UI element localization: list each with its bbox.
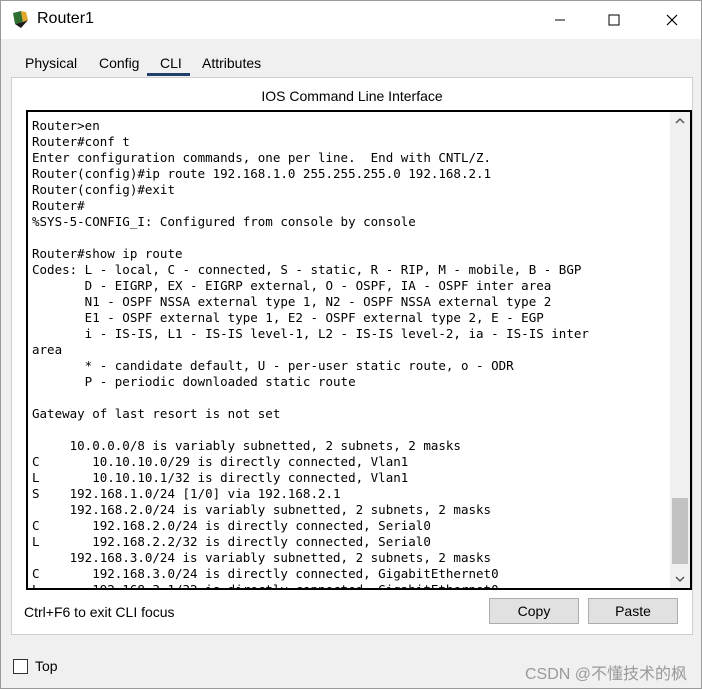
minimize-icon (555, 19, 565, 21)
scroll-up-button[interactable] (670, 112, 690, 130)
chevron-down-icon (675, 576, 685, 583)
maximize-button[interactable] (591, 1, 637, 39)
tab-config[interactable]: Config (99, 51, 139, 75)
terminal-line: 192.168.2.0/24 is variably subnetted, 2 … (32, 502, 492, 517)
terminal-line: * - candidate default, U - per-user stat… (32, 358, 514, 373)
terminal-line: 192.168.3.0/24 is variably subnetted, 2 … (32, 550, 492, 565)
tab-attributes[interactable]: Attributes (202, 51, 261, 75)
terminal-line: N1 - OSPF NSSA external type 1, N2 - OSP… (32, 294, 552, 309)
terminal-line: P - periodic downloaded static route (32, 374, 356, 389)
terminal-line: Gateway of last resort is not set (32, 406, 281, 421)
top-checkbox-label: Top (35, 658, 58, 674)
terminal-line: C 192.168.2.0/24 is directly connected, … (32, 518, 431, 533)
exit-focus-hint: Ctrl+F6 to exit CLI focus (24, 604, 175, 620)
cli-terminal[interactable]: Router>en Router#conf t Enter configuratio… (26, 110, 692, 590)
terminal-line: %SYS-5-CONFIG_I: Configured from console… (32, 214, 416, 229)
top-checkbox[interactable] (13, 659, 28, 674)
router-app-icon (13, 11, 28, 28)
title-bar: Router1 (1, 1, 701, 39)
terminal-line: L 10.10.10.1/32 is directly connected, V… (32, 470, 409, 485)
terminal-line: C 192.168.3.0/24 is directly connected, … (32, 566, 499, 581)
close-icon (666, 14, 678, 26)
window-title: Router1 (37, 10, 94, 27)
paste-button[interactable]: Paste (588, 598, 678, 624)
tab-cli[interactable]: CLI (160, 51, 182, 75)
scroll-thumb[interactable] (672, 498, 688, 564)
terminal-line: i - IS-IS, L1 - IS-IS level-1, L2 - IS-I… (32, 326, 589, 341)
close-button[interactable] (649, 1, 695, 39)
terminal-line: Router# (32, 198, 85, 213)
terminal-line: Router>en (32, 118, 100, 133)
terminal-line: S 192.168.1.0/24 [1/0] via 192.168.2.1 (32, 486, 341, 501)
terminal-output[interactable]: Router>en Router#conf t Enter configuratio… (32, 118, 662, 590)
terminal-line: Router#show ip route (32, 246, 183, 261)
terminal-scrollbar[interactable] (670, 112, 690, 588)
minimize-button[interactable] (537, 1, 583, 39)
terminal-line: 10.0.0.0/8 is variably subnetted, 2 subn… (32, 438, 461, 453)
terminal-line: Router#conf t (32, 134, 130, 149)
terminal-line: D - EIGRP, EX - EIGRP external, O - OSPF… (32, 278, 552, 293)
copy-button[interactable]: Copy (489, 598, 579, 624)
chevron-up-icon (675, 117, 685, 124)
terminal-line: L 192.168.2.2/32 is directly connected, … (32, 534, 431, 549)
panel-title: IOS Command Line Interface (261, 88, 443, 104)
terminal-line: C 10.10.10.0/29 is directly connected, V… (32, 454, 409, 469)
terminal-line: area (32, 342, 63, 357)
terminal-line: Router(config)#exit (32, 182, 175, 197)
terminal-line: L 192.168.3.1/32 is directly connected, … (32, 582, 499, 590)
tab-physical[interactable]: Physical (25, 51, 77, 75)
watermark: CSDN @不懂技术的枫 (524, 666, 687, 683)
scroll-down-button[interactable] (670, 570, 690, 588)
terminal-line: Enter configuration commands, one per li… (32, 150, 492, 165)
terminal-line: E1 - OSPF external type 1, E2 - OSPF ext… (32, 310, 544, 325)
active-tab-indicator (147, 73, 190, 76)
cli-panel: IOS Command Line Interface Router>en Rout… (11, 77, 693, 635)
terminal-line: Router(config)#ip route 192.168.1.0 255.… (32, 166, 492, 181)
terminal-line: Codes: L - local, C - connected, S - sta… (32, 262, 582, 277)
maximize-icon (608, 14, 620, 26)
